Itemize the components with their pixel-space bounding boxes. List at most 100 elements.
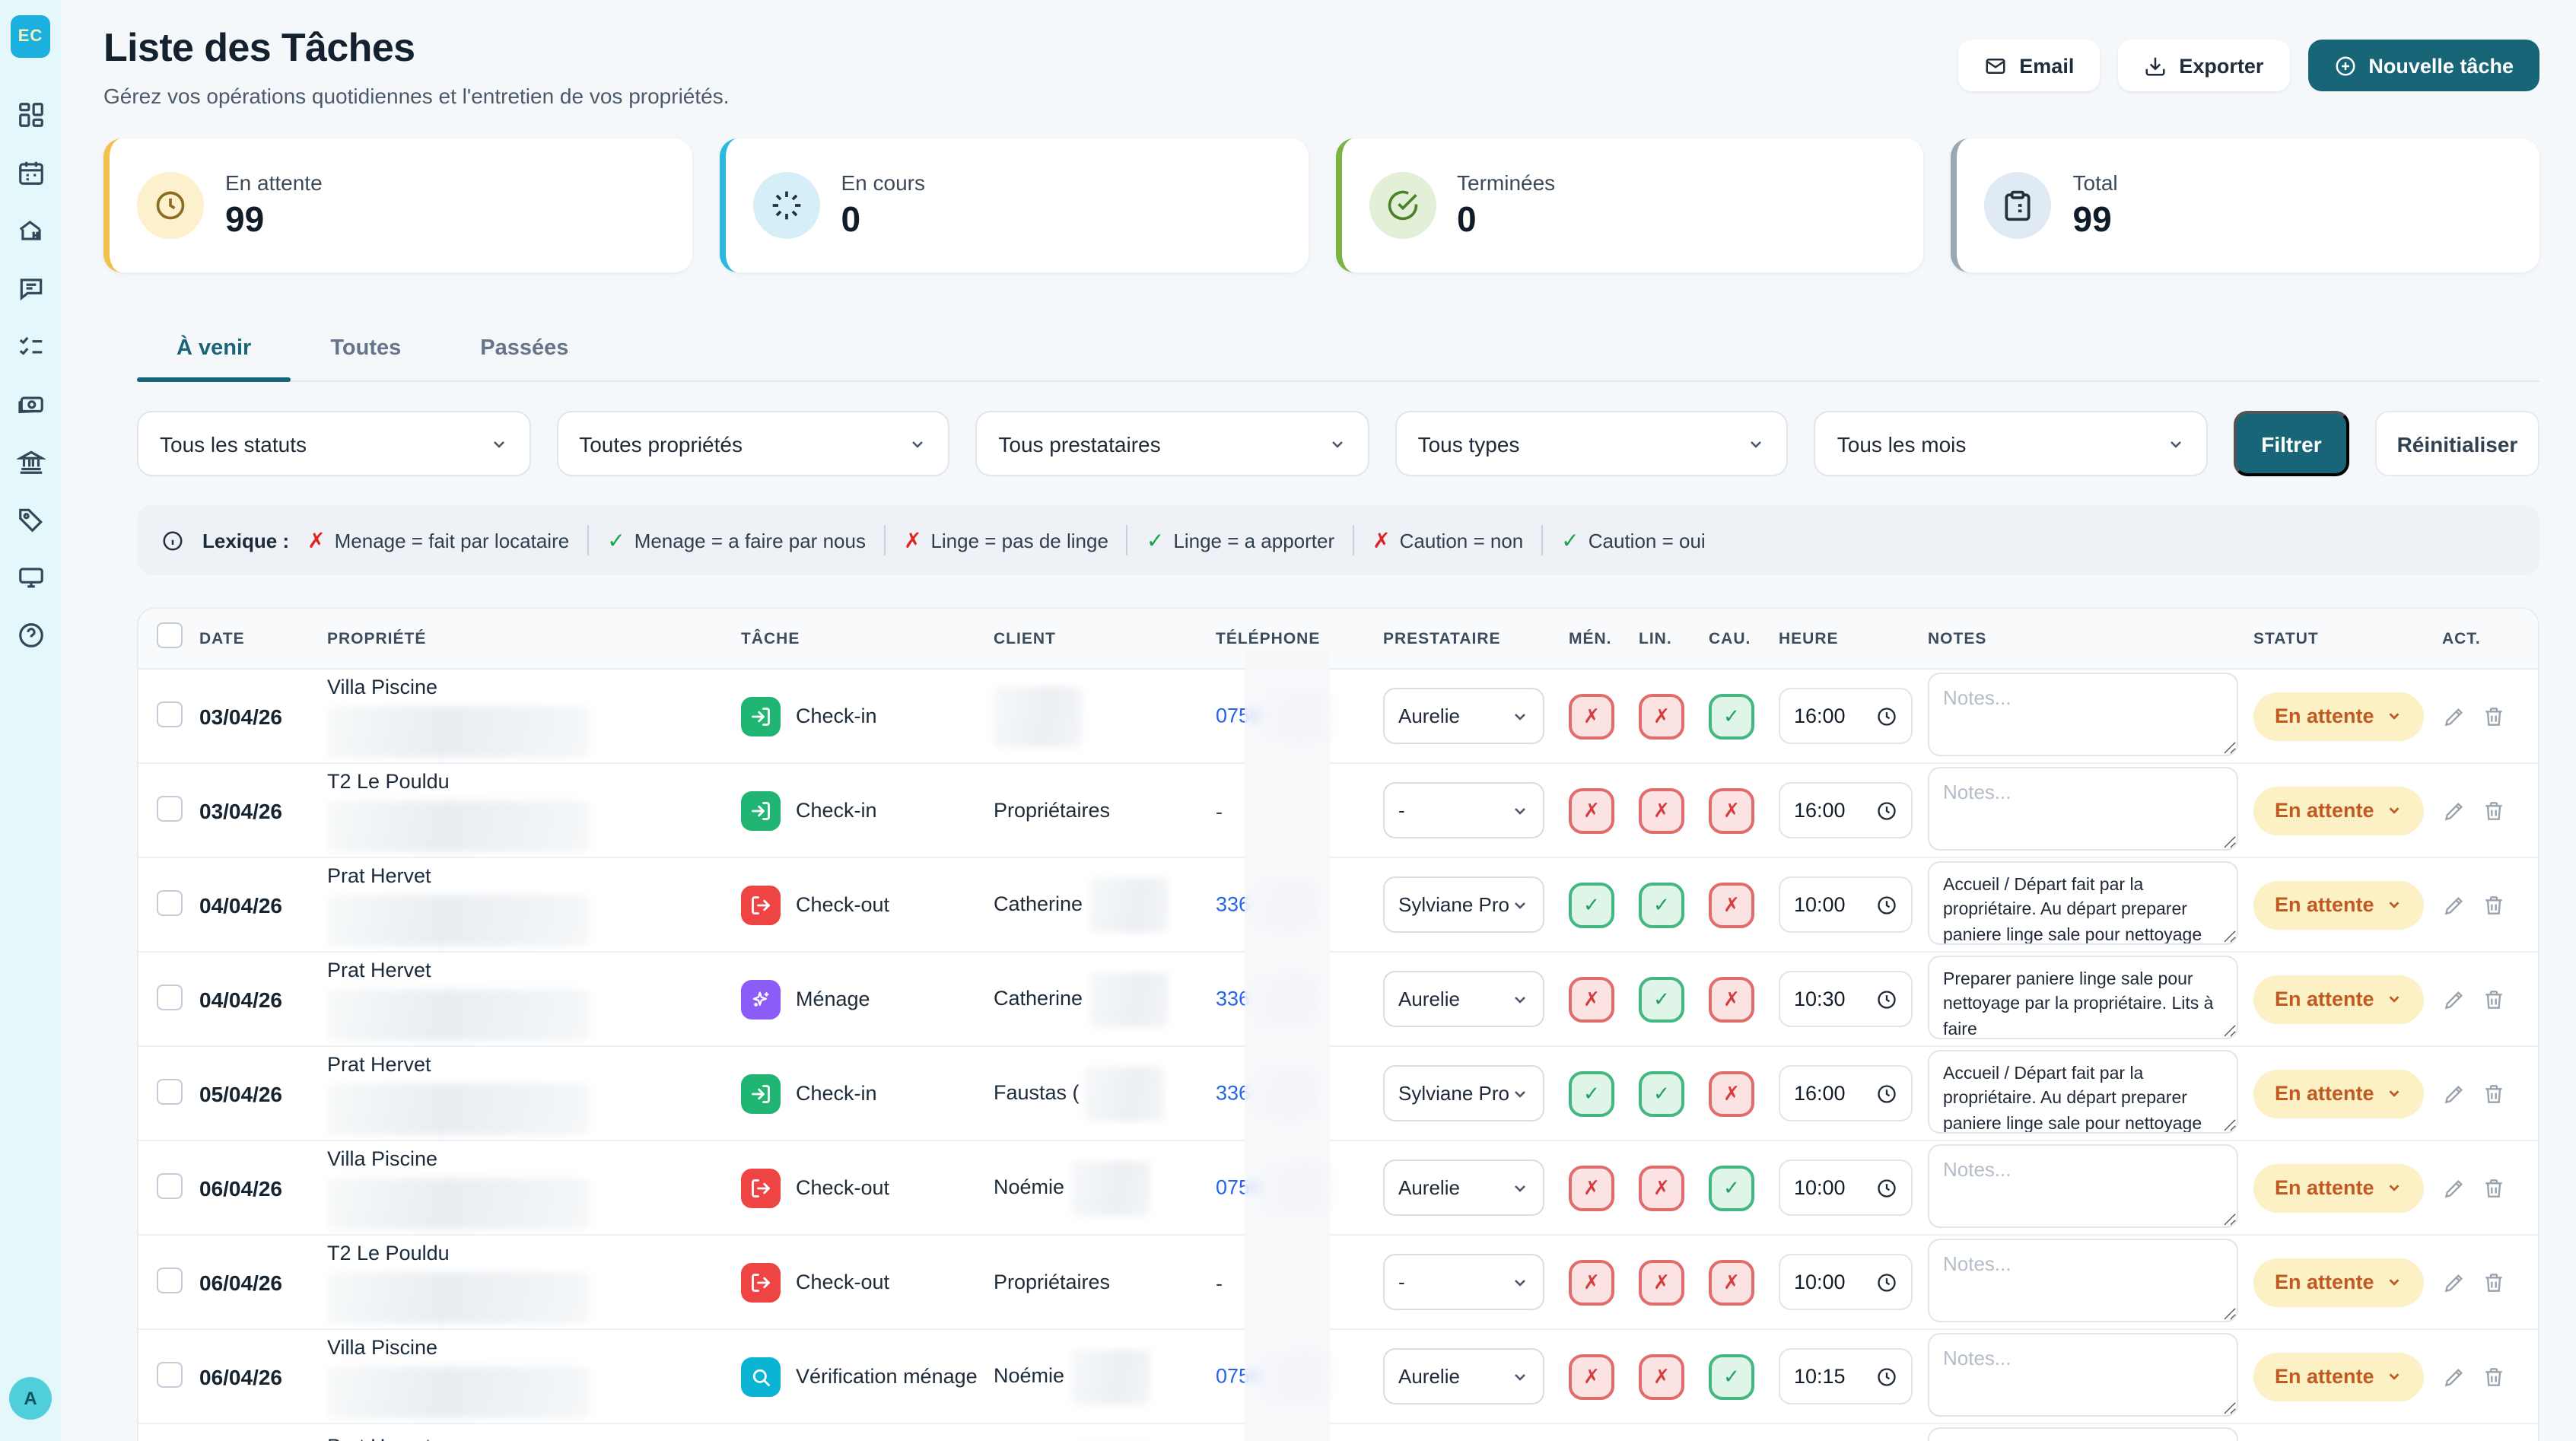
status-badge[interactable]: En attente [2253, 1352, 2425, 1401]
phone-link[interactable]: 336 [1216, 892, 1250, 915]
row-checkbox[interactable] [157, 1267, 183, 1293]
phone-link[interactable]: 336 [1216, 986, 1250, 1009]
dashboard-icon[interactable] [16, 100, 45, 129]
chevron-down-icon [1511, 1367, 1529, 1385]
notes-textarea[interactable] [1928, 1427, 2238, 1441]
edit-button[interactable] [2442, 987, 2466, 1011]
month-filter-select[interactable]: Tous les mois [1814, 411, 2208, 476]
property-filter-select[interactable]: Toutes propriétés [556, 411, 949, 476]
edit-button[interactable] [2442, 1081, 2466, 1105]
delete-button[interactable] [2482, 704, 2506, 728]
pricing-tag-icon[interactable] [16, 505, 45, 534]
help-icon[interactable] [16, 621, 45, 650]
notes-textarea[interactable] [1928, 860, 2238, 944]
row-checkbox[interactable] [157, 795, 183, 821]
new-task-button[interactable]: Nouvelle tâche [2307, 40, 2539, 91]
provider-select[interactable]: Aurelie [1383, 971, 1544, 1027]
edit-button[interactable] [2442, 704, 2466, 728]
edit-button[interactable] [2442, 1364, 2466, 1389]
provider-select[interactable]: - [1383, 1254, 1544, 1310]
time-input[interactable]: 10:30 [1779, 971, 1913, 1027]
download-icon [2144, 54, 2167, 77]
status-badge[interactable]: En attente [2253, 1069, 2425, 1118]
property-name: T2 Le Pouldu [327, 1241, 741, 1264]
task-date: 05/04/26 [199, 1081, 327, 1105]
time-input[interactable]: 10:15 [1779, 1348, 1913, 1404]
provider-filter-select[interactable]: Tous prestataires [975, 411, 1369, 476]
notes-textarea[interactable] [1928, 1144, 2238, 1227]
phone-link[interactable]: 0750 [1216, 703, 1261, 726]
edit-button[interactable] [2442, 798, 2466, 822]
caution-flag: ✗ [1709, 1070, 1754, 1116]
stat-card-total: Total 99 [1951, 138, 2540, 272]
provider-select[interactable]: Sylviane Pro [1383, 876, 1544, 933]
phone-link[interactable]: 0750 [1216, 1175, 1261, 1198]
notes-textarea[interactable] [1928, 955, 2238, 1039]
user-avatar[interactable]: A [9, 1377, 52, 1420]
phone-link[interactable]: 0750 [1216, 1363, 1261, 1386]
notes-textarea[interactable] [1928, 672, 2238, 755]
payments-icon[interactable] [16, 390, 45, 418]
status-badge[interactable]: En attente [2253, 786, 2425, 835]
notes-textarea[interactable] [1928, 1049, 2238, 1133]
delete-button[interactable] [2482, 798, 2506, 822]
status-badge[interactable]: En attente [2253, 1163, 2425, 1212]
chevron-down-icon [2387, 896, 2403, 913]
row-checkbox[interactable] [157, 1172, 183, 1198]
edit-button[interactable] [2442, 1270, 2466, 1294]
row-checkbox[interactable] [157, 984, 183, 1010]
row-checkbox[interactable] [157, 889, 183, 915]
status-filter-select[interactable]: Tous les statuts [137, 411, 530, 476]
status-badge[interactable]: En attente [2253, 692, 2425, 740]
edit-button[interactable] [2442, 1175, 2466, 1200]
calendar-icon[interactable] [16, 158, 45, 187]
phone-link[interactable]: 336 [1216, 1080, 1250, 1103]
select-all-checkbox[interactable] [157, 622, 183, 647]
caution-flag: ✓ [1709, 693, 1754, 739]
delete-button[interactable] [2482, 1364, 2506, 1389]
bank-icon[interactable] [16, 447, 45, 476]
tab-toutes[interactable]: Toutes [291, 336, 440, 380]
app-logo[interactable]: EC [11, 15, 50, 58]
time-input[interactable]: 16:00 [1779, 782, 1913, 838]
time-input[interactable]: 16:00 [1779, 1065, 1913, 1121]
tab-a-venir[interactable]: À venir [137, 336, 291, 380]
properties-icon[interactable] [16, 216, 45, 245]
delete-button[interactable] [2482, 892, 2506, 917]
tab-passees[interactable]: Passées [440, 336, 608, 380]
time-input[interactable]: 10:00 [1779, 1159, 1913, 1216]
phone-link[interactable]: - [1216, 1271, 1223, 1294]
reset-button[interactable]: Réinitialiser [2375, 411, 2539, 476]
row-checkbox[interactable] [157, 701, 183, 727]
type-filter-select[interactable]: Tous types [1395, 411, 1789, 476]
provider-select[interactable]: Aurelie [1383, 1348, 1544, 1404]
column-header-act: ACT. [2442, 629, 2503, 647]
delete-button[interactable] [2482, 1270, 2506, 1294]
status-badge[interactable]: En attente [2253, 1258, 2425, 1306]
provider-select[interactable]: Sylviane Pro [1383, 1065, 1544, 1121]
delete-button[interactable] [2482, 1081, 2506, 1105]
tasks-checklist-icon[interactable] [16, 332, 45, 361]
notes-textarea[interactable] [1928, 1332, 2238, 1416]
devices-icon[interactable] [16, 563, 45, 592]
provider-select[interactable]: Aurelie [1383, 1159, 1544, 1216]
provider-select[interactable]: - [1383, 782, 1544, 838]
email-button[interactable]: Email [1958, 40, 2100, 91]
provider-select[interactable]: Aurelie [1383, 688, 1544, 744]
row-checkbox[interactable] [157, 1078, 183, 1104]
messages-icon[interactable] [16, 274, 45, 303]
notes-textarea[interactable] [1928, 1238, 2238, 1322]
filter-button[interactable]: Filtrer [2234, 411, 2349, 476]
time-input[interactable]: 16:00 [1779, 688, 1913, 744]
status-badge[interactable]: En attente [2253, 975, 2425, 1023]
export-button[interactable]: Exporter [2118, 40, 2289, 91]
edit-button[interactable] [2442, 892, 2466, 917]
time-input[interactable]: 10:00 [1779, 1254, 1913, 1310]
phone-link[interactable]: - [1216, 800, 1223, 822]
delete-button[interactable] [2482, 1175, 2506, 1200]
status-badge[interactable]: En attente [2253, 880, 2425, 929]
delete-button[interactable] [2482, 987, 2506, 1011]
time-input[interactable]: 10:00 [1779, 876, 1913, 933]
row-checkbox[interactable] [157, 1361, 183, 1387]
notes-textarea[interactable] [1928, 766, 2238, 850]
